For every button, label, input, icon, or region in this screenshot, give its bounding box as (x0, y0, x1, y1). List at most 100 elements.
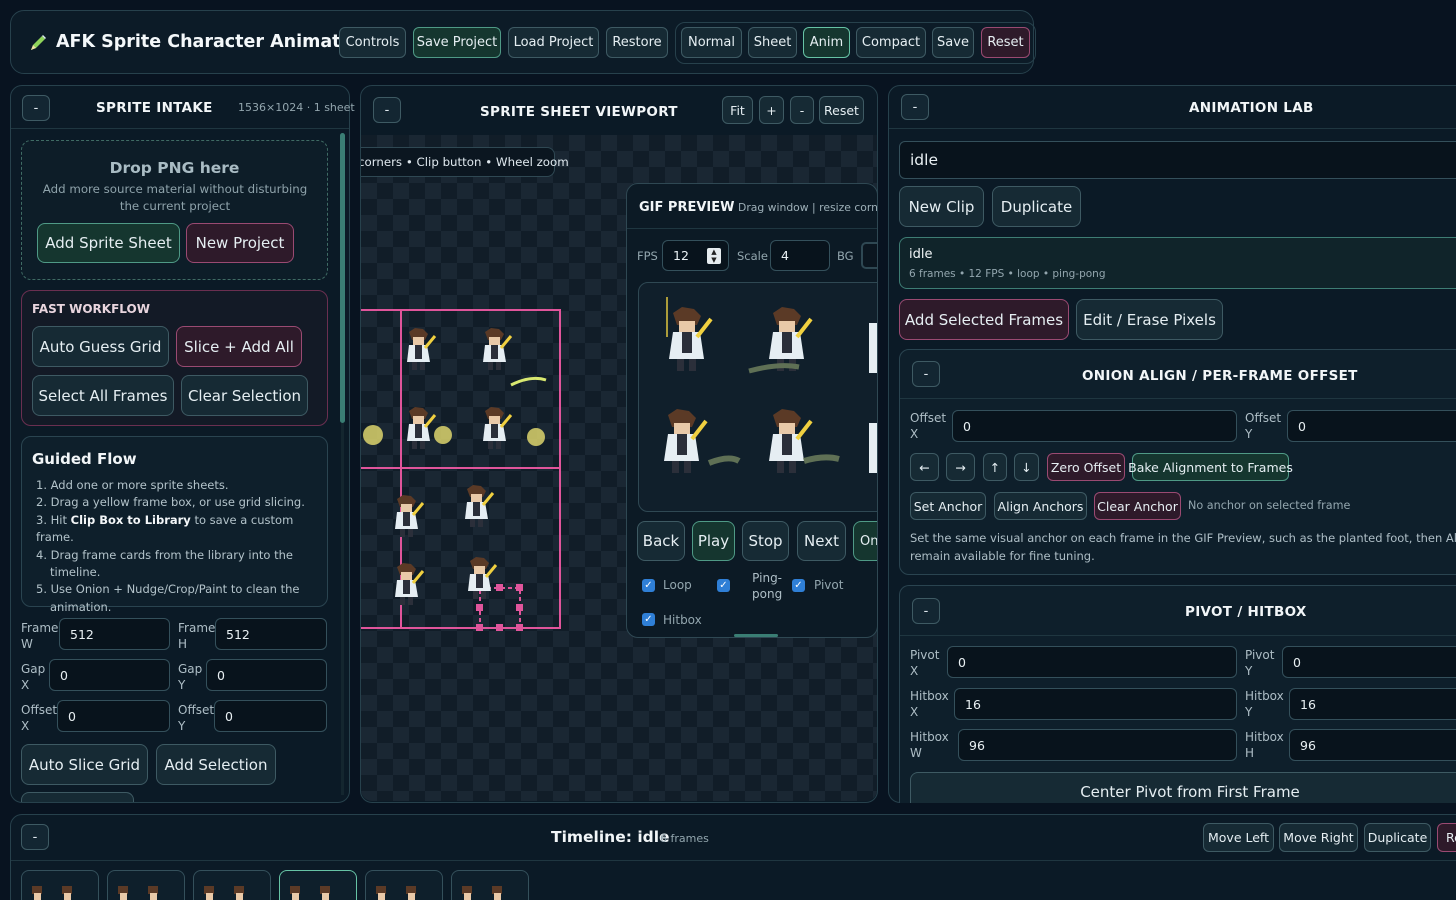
center-pivot-button[interactable]: Center Pivot from First Frame (910, 772, 1456, 803)
controls-button[interactable]: Controls (339, 27, 406, 58)
frame-w-input[interactable]: 512 (59, 618, 170, 650)
nudge-right-button[interactable]: → (946, 453, 975, 481)
zero-offset-button[interactable]: Zero Offset (1047, 453, 1125, 481)
guided-flow-box: Guided Flow 1. Add one or more sprite sh… (21, 436, 328, 614)
sheet-mode-button[interactable]: Sheet (748, 27, 797, 58)
duplicate-frame-button[interactable]: Duplicate (1364, 823, 1431, 852)
pivot-x-input[interactable]: 0 (947, 646, 1237, 678)
hitbox-y-input[interactable]: 16 (1289, 688, 1456, 720)
zoom-fit-button[interactable]: Fit (722, 96, 753, 124)
gif-onion-button[interactable]: Oni (853, 521, 877, 561)
new-clip-button[interactable]: New Clip (899, 186, 984, 227)
add-selection-button[interactable]: Add Selection (156, 744, 276, 785)
edit-erase-pixels-button[interactable]: Edit / Erase Pixels (1076, 299, 1223, 340)
pivot-y-label: Pivot Y (1245, 648, 1275, 678)
gif-resize-handle[interactable] (734, 634, 778, 637)
slice-add-all-button[interactable]: Slice + Add All (176, 326, 302, 367)
auto-guess-grid-button[interactable]: Auto Guess Grid (32, 326, 169, 367)
nudge-down-button[interactable]: ↓ (1014, 453, 1039, 481)
pivot-checkbox[interactable]: ✓ (792, 579, 805, 592)
select-all-frames-button[interactable]: Select All Frames (32, 375, 174, 416)
clip-list-item[interactable]: idle 6 frames • 12 FPS • loop • ping-pon… (899, 237, 1456, 289)
gap-x-input[interactable]: 0 (49, 659, 170, 691)
gap-y-input[interactable]: 0 (206, 659, 327, 691)
hitbox-x-label: Hitbox X (910, 689, 949, 719)
gif-back-button[interactable]: Back (637, 521, 685, 561)
hitbox-x-input[interactable]: 16 (954, 688, 1237, 720)
offset-y-label: Offset Y (178, 703, 215, 733)
new-project-button[interactable]: New Project (186, 223, 294, 263)
gif-preview-window[interactable]: GIF PREVIEW Drag window | resize corner … (626, 183, 878, 638)
auto-slice-grid-button[interactable]: Auto Slice Grid (21, 744, 148, 785)
offset-y-input[interactable]: 0 (214, 700, 327, 732)
anim-mode-button[interactable]: Anim (803, 27, 850, 58)
pingpong-checkbox[interactable]: ✓ (717, 579, 730, 592)
hitbox-checkbox[interactable]: ✓ (642, 613, 655, 626)
pivot-collapse-button[interactable]: - (912, 598, 940, 624)
zoom-out-button[interactable]: - (790, 96, 814, 124)
align-anchors-button[interactable]: Align Anchors (994, 492, 1087, 520)
gif-next-button[interactable]: Next (797, 521, 846, 561)
normal-mode-button[interactable]: Normal (681, 27, 742, 58)
hitbox-label: Hitbox (663, 613, 702, 627)
move-left-button[interactable]: Move Left (1203, 823, 1274, 852)
loop-checkbox[interactable]: ✓ (642, 579, 655, 592)
onion-collapse-button[interactable]: - (912, 361, 940, 387)
pivot-y-input[interactable]: 0 (1282, 646, 1456, 678)
gif-play-button[interactable]: Play (692, 521, 735, 561)
fps-input[interactable]: 12 ▲ ▼ (662, 240, 729, 271)
duplicate-clip-button[interactable]: Duplicate (992, 186, 1081, 227)
add-sprite-sheet-button[interactable]: Add Sprite Sheet (37, 223, 180, 263)
scale-input[interactable]: 4 (770, 240, 830, 271)
timeline-collapse-button[interactable]: - (21, 824, 49, 850)
fps-spinner-icon[interactable]: ▲ ▼ (707, 248, 721, 264)
add-selected-frames-button[interactable]: Add Selected Frames (899, 299, 1069, 340)
viewport-collapse-button[interactable]: - (373, 97, 401, 123)
compact-mode-button[interactable]: Compact (856, 27, 926, 58)
intake-scrollbar[interactable] (340, 133, 345, 423)
clip-item-name: idle (909, 247, 933, 262)
anchor-status: No anchor on selected frame (1188, 499, 1351, 512)
intake-collapse-button[interactable]: - (22, 95, 50, 121)
clear-selection-button[interactable]: Clear Selection (181, 375, 308, 416)
zoom-in-button[interactable]: + (759, 96, 784, 124)
load-project-button[interactable]: Load Project (508, 27, 599, 58)
gif-canvas[interactable] (638, 282, 877, 512)
intake-title: SPRITE INTAKE (96, 100, 213, 116)
set-anchor-button[interactable]: Set Anchor (910, 492, 986, 520)
bake-alignment-button[interactable]: Bake Alignment to Frames (1128, 453, 1293, 481)
offset-x-label: Offset X (21, 703, 58, 733)
onion-offset-y-label: Offset Y (1245, 411, 1282, 441)
nudge-left-button[interactable]: ← (910, 453, 939, 481)
hitbox-w-input[interactable]: 96 (958, 729, 1237, 761)
zoom-reset-button[interactable]: Reset (819, 96, 864, 124)
nudge-up-button[interactable]: ↑ (983, 453, 1007, 481)
fps-label: FPS (637, 249, 658, 263)
bg-color-swatch[interactable] (861, 242, 877, 269)
frame-h-input[interactable]: 512 (215, 618, 327, 650)
frame-h-label: Frame H (178, 621, 216, 651)
clip-item-meta: 6 frames • 12 FPS • loop • ping-pong (909, 268, 1106, 280)
restore-button[interactable]: Restore (606, 27, 668, 58)
gif-stop-button[interactable]: Stop (742, 521, 789, 561)
intake-next-button-partial[interactable] (21, 792, 134, 802)
save-layout-button[interactable]: Save (932, 27, 974, 58)
lab-collapse-button[interactable]: - (901, 94, 929, 120)
gap-x-label: Gap X (21, 662, 46, 692)
hitbox-w-label: Hitbox W (910, 730, 949, 760)
reset-layout-button[interactable]: Reset (981, 27, 1030, 58)
clip-name-input[interactable]: idle (899, 141, 1456, 179)
offset-x-input[interactable]: 0 (57, 700, 170, 732)
onion-offset-x-input[interactable]: 0 (952, 410, 1237, 442)
save-project-button[interactable]: Save Project (413, 27, 501, 58)
timeline-frame-count: 6 frames (660, 832, 709, 845)
fast-workflow-title: FAST WORKFLOW (32, 302, 150, 316)
clear-anchor-button[interactable]: Clear Anchor (1094, 492, 1181, 520)
remove-frame-button[interactable]: Re (1437, 823, 1456, 852)
frame-w-label: Frame W (21, 621, 59, 651)
move-right-button[interactable]: Move Right (1279, 823, 1358, 852)
hitbox-h-label: Hitbox H (1245, 730, 1284, 760)
onion-offset-y-input[interactable]: 0 (1287, 410, 1456, 442)
lab-title: ANIMATION LAB (1189, 100, 1314, 116)
hitbox-h-input[interactable]: 96 (1289, 729, 1456, 761)
